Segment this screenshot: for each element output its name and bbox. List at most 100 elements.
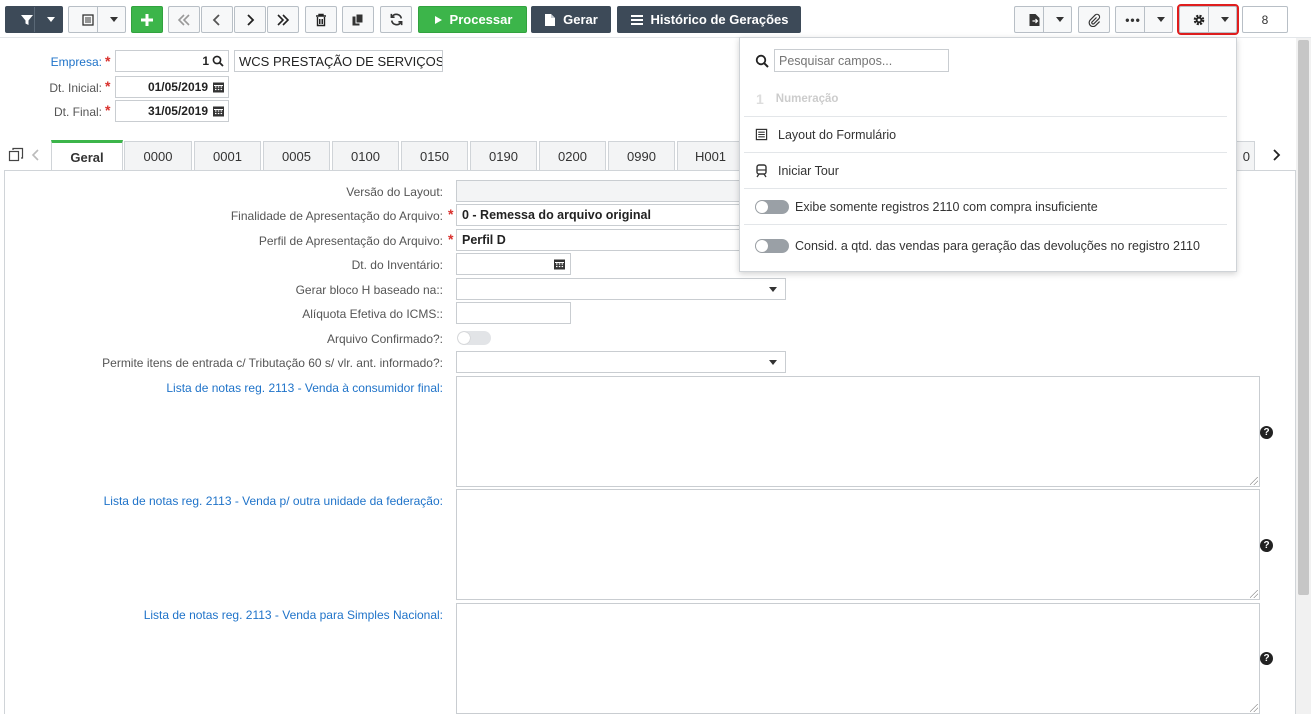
tab-0005[interactable]: 0005 xyxy=(263,141,330,170)
numeracao-label: Numeração xyxy=(775,92,839,105)
last-record-button[interactable] xyxy=(267,6,299,33)
dt-inventario-label: Dt. do Inventário: xyxy=(351,258,443,272)
tab-label: 0990 xyxy=(627,148,656,164)
dt-final-value: 31/05/2019 xyxy=(147,104,208,118)
lista-outra-uf-textarea[interactable] xyxy=(456,489,1260,600)
tab-scroll-left-icon[interactable] xyxy=(31,148,41,162)
menu-item-toggle-2110-compra[interactable]: Exibe somente registros 2110 com compra … xyxy=(744,189,1227,225)
filter-icon xyxy=(21,14,33,25)
chevron-down-icon xyxy=(769,359,777,365)
tab-scroll-right-icon[interactable] xyxy=(1271,148,1281,162)
lista-consumidor-textarea[interactable] xyxy=(456,376,1260,487)
refresh-button[interactable] xyxy=(380,6,412,33)
finalidade-value: 0 - Remessa do arquivo original xyxy=(462,208,651,222)
dt-inicial-input[interactable]: 01/05/2019 xyxy=(115,76,229,98)
file-export-icon xyxy=(1029,13,1039,26)
arquivo-confirmado-toggle[interactable] xyxy=(457,331,491,345)
paperclip-icon xyxy=(1088,13,1101,27)
page-count-field[interactable]: 8 xyxy=(1242,6,1288,33)
calendar-icon[interactable] xyxy=(212,105,225,117)
tab-0000[interactable]: 0000 xyxy=(124,141,192,170)
required-marker: * xyxy=(448,206,454,222)
first-record-button[interactable] xyxy=(168,6,200,33)
historico-button[interactable]: Histórico de Gerações xyxy=(617,6,801,33)
delete-button[interactable] xyxy=(305,6,337,33)
empresa-code-input[interactable]: 1 xyxy=(115,50,229,72)
dt-inventario-input[interactable] xyxy=(456,253,571,275)
chevron-right-icon xyxy=(247,13,255,26)
dt-final-label: Dt. Final: xyxy=(53,105,102,119)
next-record-button[interactable] xyxy=(234,6,266,33)
tab-h001[interactable]: H001 xyxy=(677,141,744,170)
tab-label: 0005 xyxy=(282,148,311,164)
help-icon[interactable]: ? xyxy=(1260,426,1273,439)
filter-dropdown-button[interactable] xyxy=(5,6,63,33)
tab-label: 0000 xyxy=(143,148,173,164)
toggle-2110-compra[interactable] xyxy=(755,199,789,214)
arquivo-confirmado-label: Arquivo Confirmado?: xyxy=(326,332,443,346)
tab-label: 0 xyxy=(1242,148,1250,164)
tab-geral[interactable]: Geral xyxy=(51,140,123,171)
report-dropdown-button[interactable] xyxy=(1014,6,1072,33)
list-icon xyxy=(82,13,94,26)
menu-item-iniciar-tour[interactable]: Iniciar Tour xyxy=(744,153,1227,189)
dt-inicial-label: Dt. Inicial: xyxy=(49,81,102,95)
lista-simples-label: Lista de notas reg. 2113 - Venda para Si… xyxy=(143,608,443,622)
help-icon[interactable]: ? xyxy=(1260,539,1273,552)
tab-0001[interactable]: 0001 xyxy=(194,141,261,170)
bloco-h-select[interactable] xyxy=(456,278,786,300)
tab-label: 0100 xyxy=(351,148,380,164)
tab-0990[interactable]: 0990 xyxy=(608,141,675,170)
help-icon[interactable]: ? xyxy=(1260,652,1273,665)
copy-tabs-icon[interactable] xyxy=(8,147,24,163)
finalidade-select[interactable]: 0 - Remessa do arquivo original xyxy=(456,204,756,226)
gear-icon xyxy=(1193,14,1205,25)
double-chevron-right-icon xyxy=(277,13,290,26)
tab-label: 0200 xyxy=(558,148,587,164)
processar-button[interactable]: Processar xyxy=(418,6,527,33)
perfil-value: Perfil D xyxy=(462,233,506,247)
tab-label: 0190 xyxy=(489,148,518,164)
numeracao-number: 1 xyxy=(756,90,764,107)
calendar-icon[interactable] xyxy=(212,81,225,93)
perfil-label: Perfil de Apresentação do Arquivo: xyxy=(258,234,443,248)
iniciar-tour-label: Iniciar Tour xyxy=(778,163,839,178)
file-icon xyxy=(545,13,556,26)
tab-0100[interactable]: 0100 xyxy=(332,141,399,170)
add-button[interactable] xyxy=(131,6,163,33)
list-icon xyxy=(755,128,768,141)
required-marker: * xyxy=(448,231,454,247)
lista-consumidor-label: Lista de notas reg. 2113 - Venda à consu… xyxy=(166,381,443,395)
dt-final-input[interactable]: 31/05/2019 xyxy=(115,100,229,122)
tab-0150[interactable]: 0150 xyxy=(401,141,468,170)
search-fields-input[interactable] xyxy=(774,49,949,72)
aliquota-input[interactable] xyxy=(456,302,571,324)
gerar-button[interactable]: Gerar xyxy=(531,6,611,33)
refresh-icon xyxy=(390,13,402,26)
tab-0190[interactable]: 0190 xyxy=(470,141,537,170)
settings-dropdown-button[interactable] xyxy=(1177,4,1239,35)
required-marker: * xyxy=(105,53,111,69)
attachment-button[interactable] xyxy=(1078,6,1110,33)
page-scrollbar-thumb[interactable] xyxy=(1298,40,1309,595)
perfil-select[interactable]: Perfil D xyxy=(456,229,756,251)
copy-button[interactable] xyxy=(342,6,374,33)
lista-simples-textarea[interactable] xyxy=(456,603,1260,714)
copy-icon xyxy=(352,13,364,25)
menu-item-layout-formulario[interactable]: Layout do Formulário xyxy=(744,117,1227,153)
train-icon xyxy=(756,163,767,177)
previous-record-button[interactable] xyxy=(201,6,233,33)
required-marker: * xyxy=(105,102,111,118)
empresa-name-field[interactable]: WCS PRESTAÇÃO DE SERVIÇOS xyxy=(234,50,443,72)
tab-label: Geral xyxy=(70,149,104,165)
versao-input xyxy=(456,180,756,202)
list-view-dropdown-button[interactable] xyxy=(68,6,126,33)
permite-itens-select[interactable] xyxy=(456,351,786,373)
toggle-qtd-vendas[interactable] xyxy=(755,239,789,253)
menu-item-toggle-qtd-vendas[interactable]: Consid. a qtd. das vendas para geração d… xyxy=(744,228,1227,264)
layout-formulario-label: Layout do Formulário xyxy=(778,127,897,142)
search-icon[interactable] xyxy=(212,55,224,67)
more-options-dropdown-button[interactable]: ••• xyxy=(1115,6,1173,33)
calendar-icon[interactable] xyxy=(553,258,566,270)
tab-0200[interactable]: 0200 xyxy=(539,141,606,170)
